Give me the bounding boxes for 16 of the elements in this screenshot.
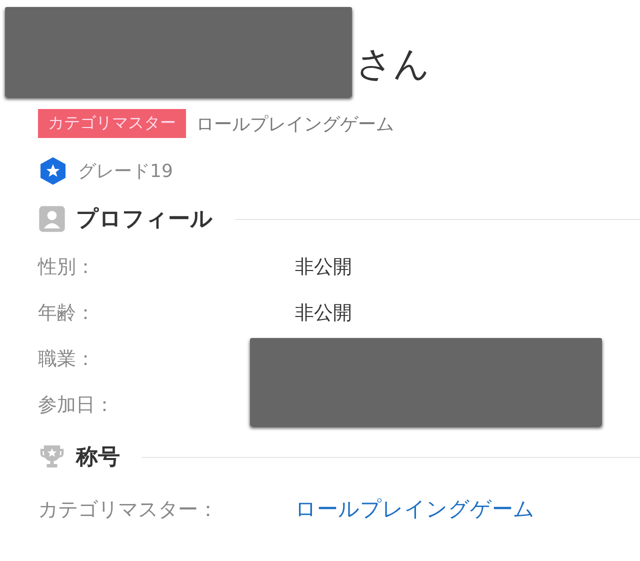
badge-category: ロールプレイングゲーム	[196, 112, 394, 136]
grade-label: グレード19	[78, 160, 173, 183]
title-label: カテゴリマスター：	[38, 496, 219, 522]
field-label: 年齢：	[38, 301, 96, 326]
section-heading: 称号	[76, 444, 120, 472]
field-label: 参加日：	[38, 393, 115, 418]
category-badge: カテゴリマスター	[38, 109, 186, 138]
person-icon	[38, 205, 66, 233]
field-value: 非公開	[295, 255, 352, 280]
grade-star-icon	[38, 156, 68, 186]
section-heading: プロフィール	[76, 206, 213, 234]
field-value: 非公開	[295, 301, 352, 326]
title-link[interactable]: ロールプレイングゲーム	[295, 495, 535, 523]
name-suffix: さん	[356, 43, 430, 87]
field-label: 性別：	[38, 255, 96, 280]
field-label: 職業：	[38, 347, 96, 372]
